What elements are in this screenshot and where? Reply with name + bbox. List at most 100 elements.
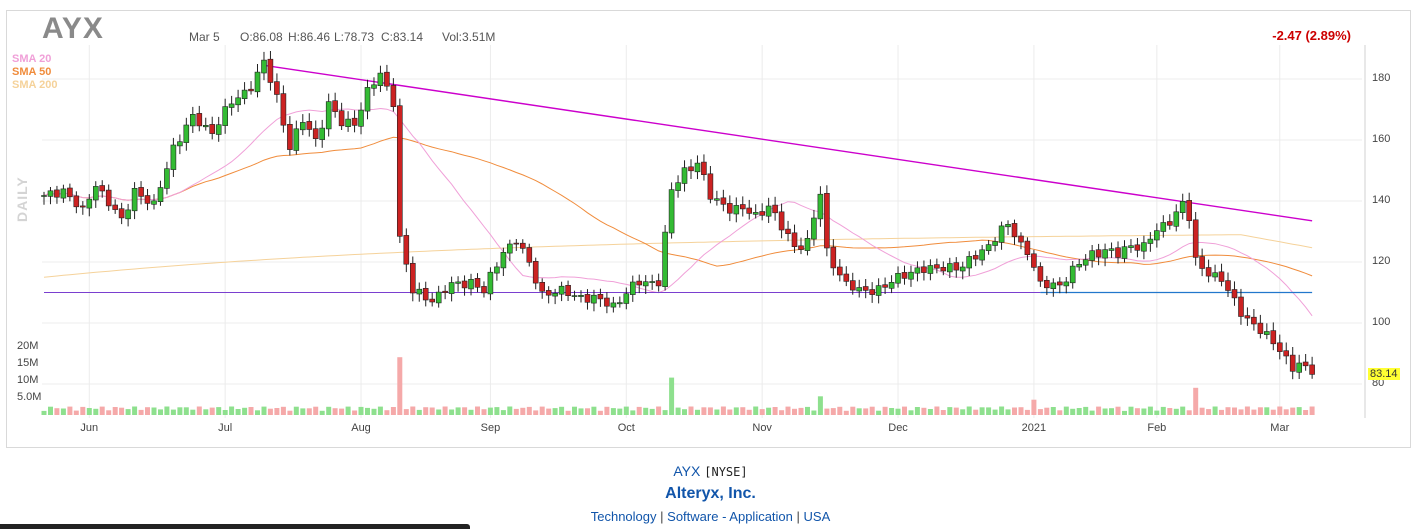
- candle[interactable]: [1186, 200, 1192, 221]
- candle[interactable]: [54, 189, 60, 198]
- candle[interactable]: [164, 168, 170, 189]
- candle[interactable]: [287, 124, 293, 150]
- candle[interactable]: [494, 266, 500, 274]
- candle[interactable]: [1179, 201, 1186, 214]
- candle[interactable]: [481, 286, 487, 294]
- candle[interactable]: [578, 294, 584, 297]
- candle[interactable]: [358, 109, 364, 127]
- candle[interactable]: [584, 294, 591, 303]
- candle[interactable]: [1128, 245, 1134, 248]
- candle[interactable]: [105, 189, 112, 207]
- candle[interactable]: [532, 260, 539, 284]
- candle[interactable]: [1277, 342, 1283, 352]
- candle[interactable]: [1257, 322, 1264, 334]
- candle[interactable]: [979, 249, 985, 261]
- candle[interactable]: [235, 97, 241, 106]
- candle[interactable]: [448, 282, 455, 294]
- candle[interactable]: [552, 292, 558, 297]
- candle[interactable]: [351, 117, 358, 126]
- candle[interactable]: [1244, 315, 1251, 319]
- candle[interactable]: [228, 103, 235, 108]
- candle[interactable]: [869, 289, 876, 295]
- candle[interactable]: [196, 113, 203, 127]
- candle[interactable]: [1141, 242, 1147, 252]
- candle[interactable]: [662, 231, 668, 288]
- candle[interactable]: [629, 281, 636, 295]
- candle[interactable]: [908, 271, 914, 280]
- candle[interactable]: [306, 121, 313, 130]
- candle[interactable]: [953, 262, 960, 271]
- candle[interactable]: [1069, 265, 1076, 284]
- candle[interactable]: [364, 87, 371, 112]
- candle[interactable]: [1108, 248, 1115, 251]
- candle[interactable]: [254, 71, 261, 93]
- candle[interactable]: [817, 193, 824, 220]
- candle[interactable]: [882, 284, 888, 288]
- candle[interactable]: [138, 187, 144, 197]
- candle[interactable]: [701, 161, 707, 176]
- candle[interactable]: [1251, 316, 1257, 325]
- candle[interactable]: [131, 188, 138, 212]
- candle[interactable]: [959, 266, 966, 272]
- candle[interactable]: [985, 244, 992, 252]
- candle[interactable]: [170, 144, 177, 170]
- candle[interactable]: [47, 190, 54, 197]
- candle[interactable]: [390, 85, 397, 108]
- candle[interactable]: [759, 211, 766, 216]
- candle[interactable]: [1057, 281, 1063, 286]
- candle[interactable]: [914, 267, 921, 274]
- candle[interactable]: [1199, 256, 1205, 269]
- candle[interactable]: [73, 195, 80, 208]
- candle[interactable]: [688, 166, 694, 172]
- candle[interactable]: [241, 89, 248, 99]
- candle[interactable]: [726, 203, 733, 214]
- candle[interactable]: [429, 298, 436, 303]
- candle[interactable]: [649, 281, 656, 283]
- industry-link[interactable]: Software - Application: [667, 509, 793, 524]
- candle[interactable]: [1218, 271, 1225, 282]
- candle[interactable]: [513, 242, 520, 245]
- candle[interactable]: [1173, 211, 1180, 227]
- candle[interactable]: [442, 290, 448, 294]
- candle[interactable]: [1270, 330, 1277, 345]
- candle[interactable]: [299, 122, 306, 131]
- candle[interactable]: [694, 162, 701, 173]
- candle[interactable]: [1134, 244, 1141, 251]
- candle[interactable]: [998, 225, 1005, 243]
- candle[interactable]: [177, 141, 183, 147]
- candle[interactable]: [1289, 354, 1296, 372]
- candle[interactable]: [1089, 250, 1095, 261]
- candle[interactable]: [319, 127, 326, 140]
- candle[interactable]: [1005, 224, 1011, 228]
- candle[interactable]: [636, 280, 643, 286]
- candle[interactable]: [843, 273, 850, 282]
- candle[interactable]: [655, 280, 662, 287]
- candle[interactable]: [203, 125, 209, 128]
- candle[interactable]: [772, 204, 778, 214]
- candle[interactable]: [811, 217, 817, 240]
- candle[interactable]: [545, 290, 552, 296]
- candle[interactable]: [1296, 362, 1302, 373]
- candle[interactable]: [1154, 230, 1160, 241]
- candle[interactable]: [992, 241, 998, 246]
- price-chart[interactable]: [0, 0, 1421, 529]
- candle[interactable]: [67, 187, 73, 198]
- candle[interactable]: [86, 198, 93, 209]
- candle[interactable]: [875, 285, 882, 296]
- candle[interactable]: [1192, 219, 1199, 258]
- candle[interactable]: [830, 246, 837, 269]
- candle[interactable]: [539, 281, 546, 292]
- candle[interactable]: [403, 235, 410, 265]
- candle[interactable]: [888, 281, 895, 289]
- candle[interactable]: [940, 266, 947, 272]
- candle[interactable]: [1212, 272, 1218, 278]
- candle[interactable]: [798, 245, 804, 250]
- candle[interactable]: [1095, 249, 1102, 258]
- candle[interactable]: [1031, 253, 1037, 268]
- candle[interactable]: [80, 205, 86, 208]
- candle[interactable]: [474, 277, 481, 288]
- candle[interactable]: [384, 71, 390, 87]
- candle[interactable]: [455, 281, 461, 284]
- candle[interactable]: [1231, 289, 1238, 299]
- candle[interactable]: [565, 284, 571, 296]
